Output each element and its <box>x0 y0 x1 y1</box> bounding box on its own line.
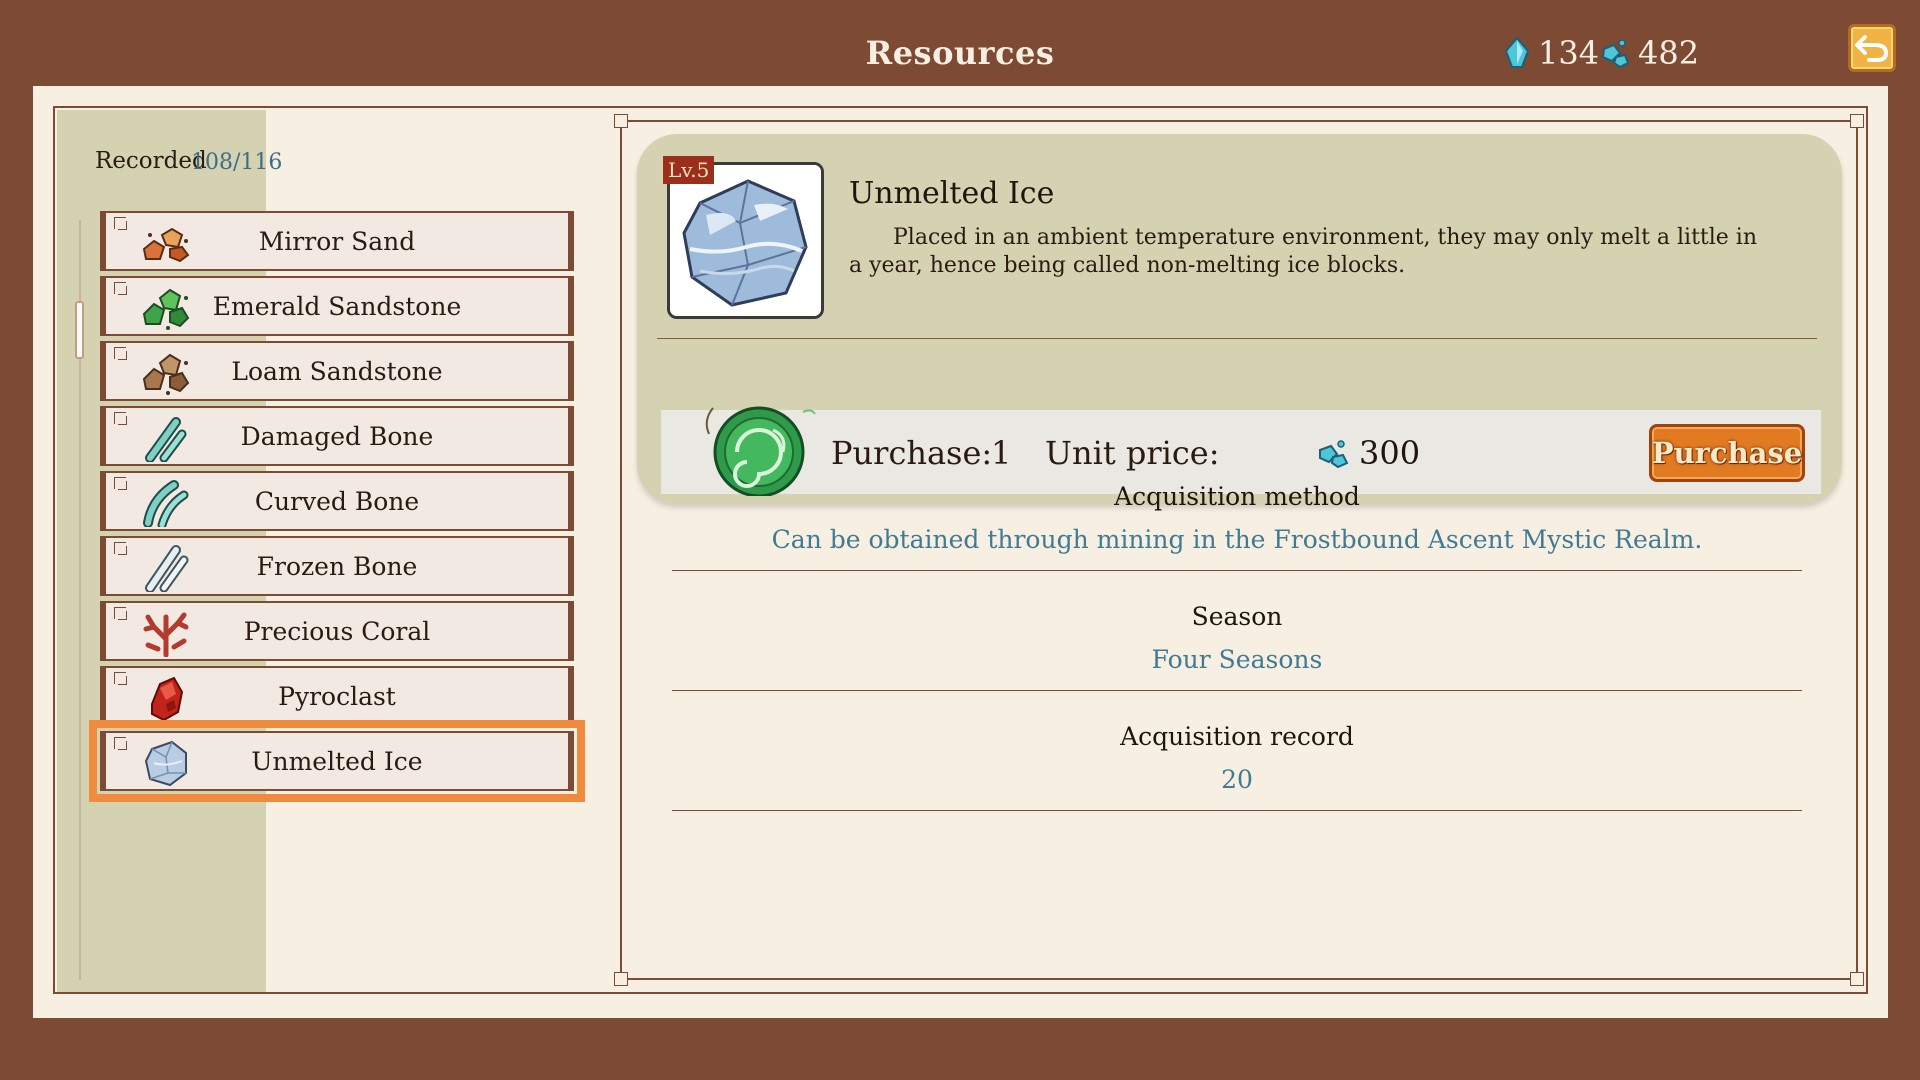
frame-corner <box>1850 972 1864 986</box>
resource-item-unmelted-ice[interactable]: Unmelted Ice <box>89 720 585 802</box>
acquisition-method-title: Acquisition method <box>1114 482 1360 511</box>
currency-primary-value: 134 <box>1538 34 1600 72</box>
level-badge: Lv.5 <box>663 156 715 184</box>
recorded-count: 108/116 <box>191 150 283 175</box>
item-name: Unmelted Ice <box>849 176 1055 211</box>
currency-secondary: 482 <box>1600 34 1699 72</box>
acquisition-method-value: Can be obtained through mining in the Fr… <box>771 525 1703 554</box>
resource-item-label: Mirror Sand <box>258 226 416 256</box>
inner-frame: Recorded 108/116 Mirror Sand Emerald San… <box>53 106 1868 994</box>
section-divider <box>672 570 1802 571</box>
resource-item-precious-coral[interactable]: Precious Coral <box>100 601 574 661</box>
unmelted-ice-large-icon <box>670 165 821 316</box>
resource-item-label: Unmelted Ice <box>251 746 423 776</box>
section-divider <box>672 690 1802 691</box>
scroll-thumb[interactable] <box>75 301 84 359</box>
purchase-quantity-label: Purchase: <box>831 434 993 472</box>
resource-item-label: Loam Sandstone <box>231 356 443 386</box>
section-divider <box>672 810 1802 811</box>
back-arrow-icon <box>1855 35 1889 62</box>
acquisition-record-section: Acquisition record 20 <box>672 722 1802 794</box>
frame-corner <box>1850 114 1864 128</box>
resource-item-label: Frozen Bone <box>256 551 418 581</box>
acquisition-method-section: Acquisition method Can be obtained throu… <box>672 482 1802 554</box>
resource-item-loam-sandstone[interactable]: Loam Sandstone <box>100 341 574 401</box>
unit-price-label: Unit price: <box>1045 434 1220 472</box>
item-portrait <box>667 162 824 319</box>
item-detail-card: Lv.5 Unmelted Ice Placed in an ambient t… <box>637 134 1842 504</box>
resource-item-curved-bone[interactable]: Curved Bone <box>100 471 574 531</box>
acquisition-record-value: 20 <box>1221 765 1253 794</box>
frame-corner <box>614 114 628 128</box>
currency-secondary-value: 482 <box>1638 34 1700 72</box>
season-title: Season <box>1191 602 1283 631</box>
item-description: Placed in an ambient temperature environ… <box>849 225 1758 278</box>
resource-item-pyroclast[interactable]: Pyroclast <box>100 666 574 726</box>
purchase-quantity[interactable]: 1 <box>991 434 1011 472</box>
resource-item-label: Pyroclast <box>278 681 396 711</box>
frame-corner <box>614 972 628 986</box>
resource-item-damaged-bone[interactable]: Damaged Bone <box>100 406 574 466</box>
unit-price-value: 300 <box>1359 434 1421 472</box>
resource-item-label: Precious Coral <box>243 616 431 646</box>
resource-item-emerald-sandstone[interactable]: Emerald Sandstone <box>100 276 574 336</box>
resource-item-label: Emerald Sandstone <box>212 291 462 321</box>
season-value: Four Seasons <box>1151 645 1323 674</box>
resource-item-label: Damaged Bone <box>240 421 434 451</box>
acquisition-record-title: Acquisition record <box>1120 722 1354 751</box>
resource-item-mirror-sand[interactable]: Mirror Sand <box>100 211 574 271</box>
season-section: Season Four Seasons <box>672 602 1802 674</box>
crystal-icon <box>1504 37 1530 68</box>
content-panel: Recorded 108/116 Mirror Sand Emerald San… <box>33 86 1888 1018</box>
detail-frame: Lv.5 Unmelted Ice Placed in an ambient t… <box>614 114 1864 986</box>
back-button[interactable] <box>1848 24 1896 72</box>
title-bar: Resources 134 482 <box>0 0 1920 86</box>
currency-primary: 134 <box>1504 34 1599 72</box>
card-divider <box>657 338 1817 339</box>
resource-item-label: Curved Bone <box>254 486 420 516</box>
gem-cluster-icon <box>1319 440 1349 468</box>
purchase-button[interactable]: Purchase <box>1649 424 1805 482</box>
recorded-label: Recorded <box>95 148 207 174</box>
gem-cluster-icon <box>1601 39 1630 69</box>
resource-item-frozen-bone[interactable]: Frozen Bone <box>100 536 574 596</box>
